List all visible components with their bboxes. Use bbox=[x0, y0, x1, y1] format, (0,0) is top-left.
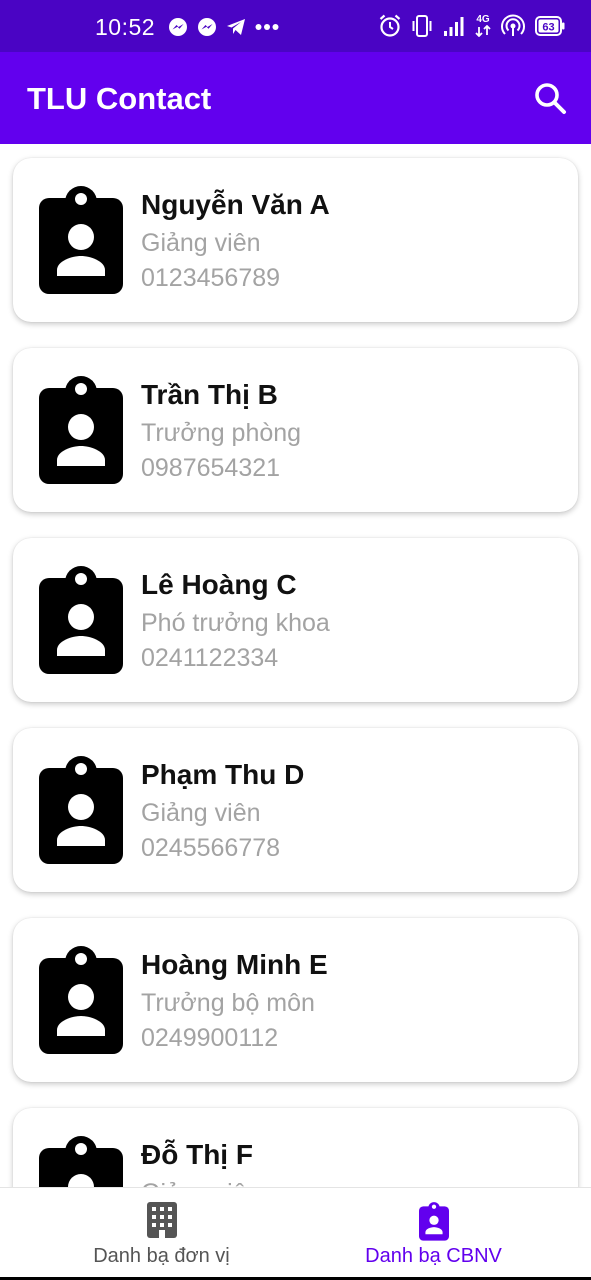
contact-card[interactable]: Nguyễn Văn A Giảng viên 0123456789 bbox=[13, 158, 578, 322]
contact-role: Trưởng bộ môn bbox=[141, 989, 315, 1017]
status-notification-icons bbox=[168, 17, 279, 37]
contact-phone: 0123456789 bbox=[141, 264, 281, 292]
contact-name: Hoàng Minh E bbox=[141, 949, 328, 980]
app-title: TLU Contact bbox=[27, 81, 212, 116]
more-dots-icon bbox=[255, 24, 279, 30]
bottom-navigation: Danh bạ đơn vị Danh bạ CBNV bbox=[0, 1187, 591, 1280]
battery-level: 63 bbox=[542, 21, 554, 33]
status-time: 10:52 bbox=[95, 14, 156, 40]
contact-list[interactable]: Nguyễn Văn A Giảng viên 0123456789 Trần Th… bbox=[0, 144, 591, 1187]
hotspot-icon bbox=[501, 14, 525, 36]
contact-role: Giảng viên bbox=[141, 1179, 261, 1187]
nav-tab-units[interactable]: Danh bạ đơn vị bbox=[14, 1188, 309, 1280]
contact-phone: 0241122334 bbox=[141, 644, 279, 672]
contact-card[interactable]: Hoàng Minh E Trưởng bộ môn 0249900112 bbox=[13, 918, 578, 1082]
contact-name: Phạm Thu D bbox=[141, 759, 305, 790]
app-bar: TLU Contact bbox=[0, 52, 591, 144]
vibrate-icon bbox=[412, 15, 432, 37]
building-icon bbox=[146, 1202, 177, 1238]
badge-icon bbox=[39, 184, 123, 294]
contact-role: Trưởng phòng bbox=[141, 419, 302, 447]
nav-tab-staff[interactable]: Danh bạ CBNV bbox=[286, 1188, 581, 1280]
badge-icon bbox=[39, 374, 123, 484]
battery-icon: 63 bbox=[535, 16, 565, 36]
telegram-icon bbox=[227, 19, 245, 35]
contact-phone: 0987654321 bbox=[141, 454, 281, 482]
contact-role: Phó trưởng khoa bbox=[141, 609, 330, 637]
contact-card[interactable]: Đỗ Thị F Giảng viên bbox=[13, 1108, 578, 1187]
contact-name: Nguyễn Văn A bbox=[141, 189, 330, 220]
status-system-icons: 4G 63 bbox=[379, 14, 565, 38]
status-bar: 10:52 4G 63 bbox=[0, 0, 591, 52]
badge-icon bbox=[39, 754, 123, 864]
nav-tab-staff-label: Danh bạ CBNV bbox=[365, 1245, 502, 1267]
search-icon bbox=[535, 83, 566, 114]
nav-tab-units-label: Danh bạ đơn vị bbox=[93, 1245, 230, 1267]
network-4g-icon: 4G bbox=[475, 15, 491, 37]
messenger-icon bbox=[169, 18, 187, 36]
badge-icon bbox=[39, 564, 123, 674]
search-button[interactable] bbox=[531, 79, 571, 119]
badge-icon bbox=[39, 944, 123, 1054]
contact-phone: 0249900112 bbox=[141, 1024, 279, 1052]
contact-phone: 0245566778 bbox=[141, 834, 281, 862]
contact-name: Lê Hoàng C bbox=[141, 569, 297, 600]
contact-name: Trần Thị B bbox=[141, 379, 278, 410]
badge-icon bbox=[418, 1202, 449, 1241]
contact-card[interactable]: Phạm Thu D Giảng viên 0245566778 bbox=[13, 728, 578, 892]
contact-name: Đỗ Thị F bbox=[141, 1139, 253, 1170]
contact-card[interactable]: Trần Thị B Trưởng phòng 0987654321 bbox=[13, 348, 578, 512]
alarm-icon bbox=[379, 14, 401, 37]
badge-icon bbox=[39, 1134, 123, 1187]
contact-role: Giảng viên bbox=[141, 229, 261, 257]
signal-icon bbox=[444, 17, 464, 36]
contact-role: Giảng viên bbox=[141, 799, 261, 827]
contact-card[interactable]: Lê Hoàng C Phó trưởng khoa 0241122334 bbox=[13, 538, 578, 702]
messenger-icon bbox=[198, 18, 216, 36]
